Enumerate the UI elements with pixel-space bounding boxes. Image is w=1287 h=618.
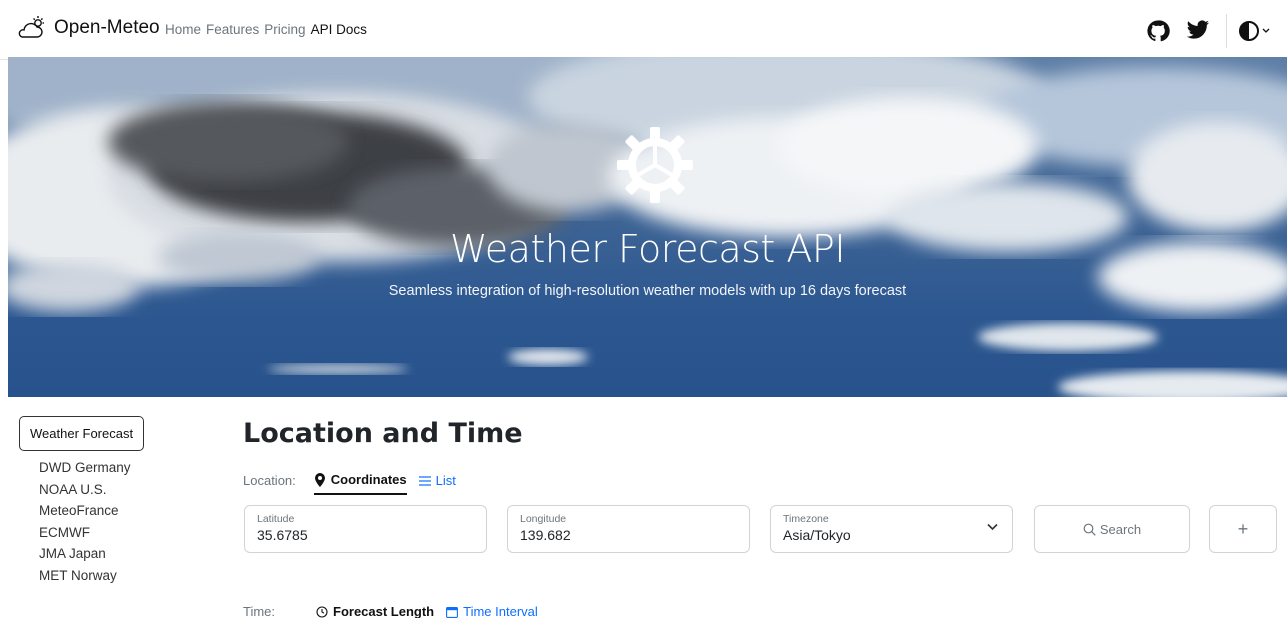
gear-icon [617,127,693,203]
sidebar-item-dwd-germany[interactable]: DWD Germany [19,457,209,479]
map-pin-icon [314,472,325,487]
search-button[interactable]: Search [1034,505,1190,553]
latitude-field[interactable]: Latitude 35.6785 [244,505,487,553]
sidebar-item-weather-forecast[interactable]: Weather Forecast [19,416,145,451]
tab-coordinates-label: Coordinates [330,472,407,487]
sidebar-item-met-norway[interactable]: MET Norway [19,565,209,587]
github-icon[interactable] [1142,15,1174,47]
sidebar-item-jma-japan[interactable]: JMA Japan [19,543,209,565]
hero-title: Weather Forecast API [449,227,846,271]
nav-divider [1226,14,1227,48]
nav-link-home[interactable]: Home [165,22,201,37]
list-icon [418,475,431,486]
tab-list-label: List [435,473,456,488]
longitude-value: 139.682 [520,527,571,543]
cloud-sun-icon [18,16,44,38]
tab-forecast-length[interactable]: Forecast Length [316,604,434,618]
tab-forecast-length-label: Forecast Length [333,604,435,618]
nav-link-api-docs[interactable]: API Docs [311,22,367,37]
timezone-select[interactable]: Timezone Asia/Tokyo [770,505,1013,553]
nav-link-pricing[interactable]: Pricing [264,22,305,37]
chevron-down-icon [987,523,998,531]
twitter-icon[interactable] [1182,15,1214,47]
nav-link-features[interactable]: Features [206,22,259,37]
longitude-label: Longitude [520,513,567,525]
location-label: Location: [243,473,296,488]
navbar: Open-Meteo Home Features Pricing API Doc… [0,0,1287,60]
sidebar: Weather Forecast DWD Germany NOAA U.S. M… [19,416,209,586]
add-location-label: + [1237,518,1249,539]
section-title: Location and Time [243,418,523,449]
hero-subtitle: Seamless integration of high-resolution … [388,283,907,299]
brand-name: Open-Meteo [54,17,160,38]
brand[interactable]: Open-Meteo [18,14,160,42]
calendar-icon [446,606,459,618]
clock-icon [316,605,328,618]
nav-right [1142,14,1275,48]
latitude-label: Latitude [257,513,295,525]
add-location-button[interactable]: + [1209,505,1277,553]
location-tabs: Location: Coordinates List [243,466,456,495]
search-button-label: Search [1099,521,1142,537]
tab-coordinates[interactable]: Coordinates [313,472,407,495]
longitude-field[interactable]: Longitude 139.682 [507,505,750,553]
time-label: Time: [243,604,276,618]
sidebar-list: DWD Germany NOAA U.S. MeteoFrance ECMWF … [19,457,209,586]
hero-banner: Weather Forecast API Seamless integratio… [8,57,1287,397]
timezone-label: Timezone [783,513,829,525]
latitude-value: 35.6785 [257,527,308,543]
theme-toggle-icon[interactable] [1235,15,1275,47]
main-content: Location and Time Location: Coordinates … [243,418,1283,618]
nav-links: Home Features Pricing API Docs [165,22,372,37]
sidebar-item-meteofrance[interactable]: MeteoFrance [19,500,209,522]
time-tabs: Time: Forecast Length Time Interval [243,604,538,618]
sidebar-item-noaa[interactable]: NOAA U.S. [19,479,209,501]
tab-list[interactable]: List [418,473,456,488]
search-icon [1083,523,1096,536]
sidebar-item-ecmwf[interactable]: ECMWF [19,522,209,544]
tab-time-interval[interactable]: Time Interval [446,604,538,618]
tab-time-interval-label: Time Interval [463,604,538,618]
timezone-value: Asia/Tokyo [783,527,851,543]
